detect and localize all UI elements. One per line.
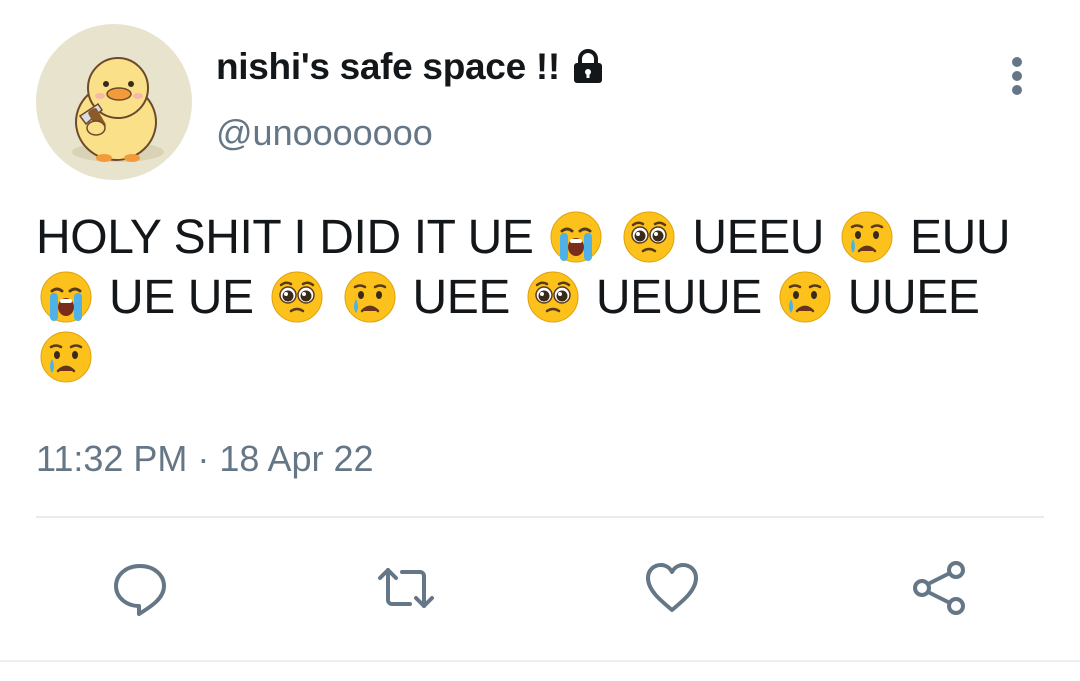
like-icon [646,563,698,612]
lock-icon [568,47,608,87]
divider [36,516,1044,518]
like-button[interactable] [640,556,704,620]
bottom-divider [0,660,1080,662]
display-name[interactable]: nishi's safe space !! [216,46,560,88]
crying-face-emoji-icon [777,269,833,325]
display-name-row[interactable]: nishi's safe space !! [216,44,608,90]
tweet-text-segment: UUEE [847,271,980,324]
tweet-text: HOLY SHIT I DID IT UE UEEU EUU UE UE UEE… [36,208,1046,388]
avatar[interactable] [36,24,192,180]
pleading-face-emoji-icon [621,209,677,265]
loudly-crying-face-emoji-icon [548,209,604,265]
tweet-text-segment: UEE [412,271,510,324]
tweet-text-segment: UE UE [108,271,254,324]
retweet-button[interactable] [374,556,438,620]
tweet-text-segment: UEUUE [595,271,762,324]
tweet-text-segment: EUU [909,211,1011,264]
loudly-crying-face-emoji-icon [38,269,94,325]
pleading-face-emoji-icon [269,269,325,325]
handle[interactable]: @unooooooo [216,112,433,154]
pleading-face-emoji-icon [525,269,581,325]
tweet-text-segment: HOLY SHIT I DID IT UE [36,211,534,264]
tweet-text-segment: UEEU [692,211,825,264]
reply-button[interactable] [108,556,172,620]
crying-face-emoji-icon [38,329,94,385]
crying-face-emoji-icon [839,209,895,265]
timestamp[interactable]: 11:32 PM · 18 Apr 22 [36,438,374,480]
more-options-icon[interactable] [1000,54,1034,98]
share-button[interactable] [908,556,972,620]
crying-face-emoji-icon [342,269,398,325]
share-icon [913,561,965,615]
reply-icon [114,564,166,616]
retweet-icon [378,568,434,608]
duck-with-knife-avatar-icon [72,57,164,162]
